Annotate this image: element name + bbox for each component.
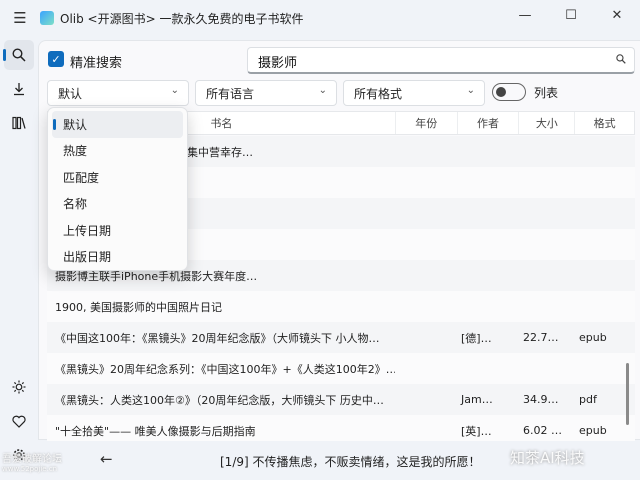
watermark-left-text: 吾爱破解论坛 bbox=[2, 454, 62, 465]
chevron-down-icon: ⌄ bbox=[318, 85, 327, 96]
sort-option-upload-date[interactable]: 上传日期 bbox=[52, 217, 183, 244]
exact-search-label: 精准搜索 bbox=[70, 56, 123, 71]
search-icon[interactable] bbox=[616, 54, 626, 64]
table-row[interactable]: 《中国这100年：《黑镜头》20周年纪念版》（大师镜头下 小人物… [德]… 22.… bbox=[47, 322, 635, 353]
minimize-button[interactable]: — bbox=[502, 0, 548, 30]
cell-author: [德]… bbox=[461, 331, 492, 345]
chevron-down-icon: ⌄ bbox=[466, 85, 475, 96]
cell-title: 《中国这100年：《黑镜头》20周年纪念版》（大师镜头下 小人物… bbox=[55, 331, 380, 345]
language-select-value: 所有语言 bbox=[206, 87, 255, 101]
watermark-left-url: www.52pojie.cn bbox=[2, 465, 58, 473]
download-icon bbox=[14, 83, 24, 96]
nav-favorites[interactable] bbox=[4, 406, 34, 436]
nav-theme[interactable] bbox=[4, 372, 34, 402]
window-title: Olib <开源图书> 一款永久免费的电子书软件 bbox=[60, 11, 304, 26]
nav-search[interactable] bbox=[3, 40, 34, 70]
cell-format: epub bbox=[579, 331, 607, 344]
search-input[interactable]: 摄影师 bbox=[247, 47, 635, 74]
watermark-left: 吾爱破解论坛 www.52pojie.cn bbox=[2, 450, 62, 473]
maximize-button[interactable]: ☐ bbox=[548, 0, 594, 30]
heart-icon bbox=[12, 415, 26, 428]
sun-icon bbox=[12, 380, 26, 394]
sort-option-default[interactable]: 默认 bbox=[52, 111, 183, 138]
cell-title: 《黑镜头：人类这100年②》（20周年纪念版，大师镜头下 历史中… bbox=[55, 393, 384, 407]
status-text: [1/9] 不传播焦虑，不贩卖情绪，这是我的所愿！ bbox=[220, 455, 481, 469]
sort-select-value: 默认 bbox=[58, 87, 83, 101]
format-select-value: 所有格式 bbox=[354, 87, 403, 101]
column-header-author[interactable]: 作者 bbox=[456, 112, 519, 134]
sort-dropdown-menu: 默认 热度 匹配度 名称 上传日期 出版日期 bbox=[47, 107, 188, 271]
sort-option-name[interactable]: 名称 bbox=[52, 191, 183, 218]
cell-title: 1900, 美国摄影师的中国照片日记 bbox=[55, 300, 222, 314]
cell-author: [英]… bbox=[461, 424, 492, 438]
search-query-text: 摄影师 bbox=[258, 56, 298, 71]
table-row[interactable]: 《黑镜头》20周年纪念系列：《中国这100年》+《人类这100年2》… bbox=[47, 353, 635, 384]
chevron-down-icon: ⌄ bbox=[170, 85, 179, 96]
library-icon bbox=[11, 116, 26, 130]
close-button[interactable]: ✕ bbox=[594, 0, 640, 30]
column-header-year[interactable]: 年份 bbox=[394, 112, 457, 134]
nav-downloads[interactable] bbox=[4, 74, 34, 104]
list-view-toggle[interactable] bbox=[492, 83, 526, 101]
sort-option-relevance[interactable]: 匹配度 bbox=[52, 164, 183, 191]
column-header-format[interactable]: 格式 bbox=[574, 112, 634, 134]
exact-search-checkbox[interactable]: ✓ bbox=[48, 51, 64, 67]
table-row[interactable]: 1900, 美国摄影师的中国照片日记 bbox=[47, 291, 635, 322]
watermark-right: 知茶AI科技 bbox=[510, 449, 585, 467]
list-view-label: 列表 bbox=[534, 86, 559, 100]
window-controls: — ☐ ✕ bbox=[502, 0, 640, 30]
title-bar: ☰ Olib <开源图书> 一款永久免费的电子书软件 — ☐ ✕ bbox=[0, 0, 640, 36]
sort-option-popularity[interactable]: 热度 bbox=[52, 138, 183, 165]
cell-size: 22.7… bbox=[523, 331, 559, 344]
table-scrollbar[interactable] bbox=[626, 363, 629, 425]
back-arrow-icon[interactable]: ← bbox=[100, 450, 113, 468]
nav-rail bbox=[0, 36, 38, 480]
language-select[interactable]: 所有语言 ⌄ bbox=[195, 80, 337, 106]
app-logo-icon bbox=[40, 11, 54, 25]
cell-author: Jam… bbox=[461, 393, 493, 406]
sort-option-publish-date[interactable]: 出版日期 bbox=[52, 244, 183, 271]
format-select[interactable]: 所有格式 ⌄ bbox=[343, 80, 485, 106]
column-header-size[interactable]: 大小 bbox=[518, 112, 574, 134]
sort-select[interactable]: 默认 ⌄ bbox=[47, 80, 189, 106]
cell-format: epub bbox=[579, 424, 607, 437]
table-row[interactable]: "十全拾美"—— 唯美人像摄影与后期指南 [英]… 6.02 … epub bbox=[47, 415, 635, 441]
hamburger-menu-icon[interactable]: ☰ bbox=[0, 0, 40, 36]
search-icon bbox=[12, 48, 26, 62]
table-row[interactable]: 《黑镜头：人类这100年②》（20周年纪念版，大师镜头下 历史中… Jam… 34.… bbox=[47, 384, 635, 415]
cell-title: 《黑镜头》20周年纪念系列：《中国这100年》+《人类这100年2》… bbox=[55, 362, 395, 376]
cell-size: 34.9… bbox=[523, 393, 559, 406]
nav-library[interactable] bbox=[4, 108, 34, 138]
cell-size: 6.02 … bbox=[523, 424, 562, 437]
cell-title: "十全拾美"—— 唯美人像摄影与后期指南 bbox=[55, 424, 256, 438]
